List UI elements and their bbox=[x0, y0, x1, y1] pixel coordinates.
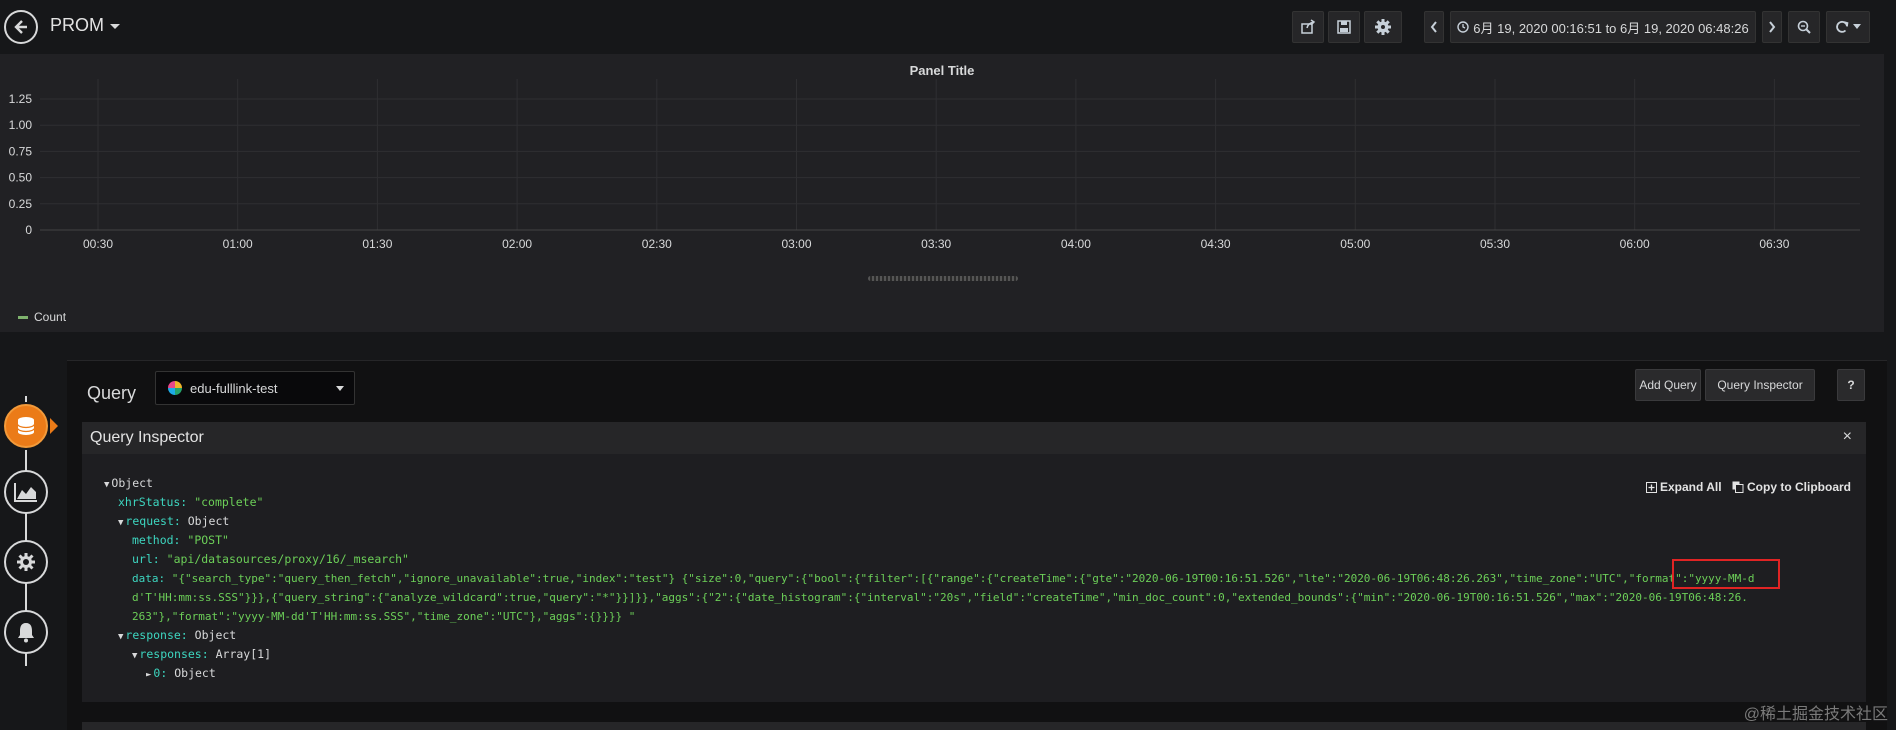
expand-all-button[interactable]: Expand All bbox=[1646, 480, 1722, 494]
x-tick-label: 01:30 bbox=[362, 237, 392, 251]
y-tick-label: 0.50 bbox=[9, 171, 33, 185]
top-navbar: PROM 6月 19, 2020 00:16:51 to 6月 19, 2020… bbox=[0, 0, 1896, 54]
x-tick-label: 06:30 bbox=[1759, 237, 1789, 251]
chevron-down-icon[interactable] bbox=[110, 24, 120, 29]
datasource-name: edu-fulllink-test bbox=[190, 380, 278, 396]
legend-label: Count bbox=[34, 310, 67, 324]
tree-node-url: url: "api/datasources/proxy/16/_msearch" bbox=[132, 552, 409, 566]
x-tick-label: 04:30 bbox=[1201, 237, 1231, 251]
y-tick-label: 0.75 bbox=[9, 144, 33, 158]
legend-item-count[interactable]: Count bbox=[18, 310, 66, 324]
x-tick-label: 02:30 bbox=[642, 237, 672, 251]
triangle-right-icon: ► bbox=[146, 670, 152, 680]
query-inspector-panel: Query Inspector × Expand All Copy to Cli… bbox=[82, 422, 1866, 702]
datasource-picker[interactable]: edu-fulllink-test bbox=[155, 371, 355, 405]
inspector-title: Query Inspector bbox=[90, 429, 204, 446]
legend-swatch bbox=[18, 315, 28, 319]
x-tick-label: 06:00 bbox=[1620, 237, 1650, 251]
bell-icon bbox=[18, 623, 34, 643]
tree-node-data-cont1: d'T'HH:mm:ss.SSS"}}},{"query_string":{"a… bbox=[132, 591, 1748, 604]
save-button[interactable] bbox=[1328, 11, 1360, 43]
wrench-gear-icon bbox=[17, 553, 35, 571]
database-icon bbox=[17, 417, 35, 435]
chevron-down-icon bbox=[1853, 24, 1861, 29]
tree-node-root[interactable]: ▼ Object bbox=[104, 474, 153, 495]
x-tick-label: 05:00 bbox=[1340, 237, 1370, 251]
chevron-left-icon bbox=[1430, 21, 1437, 33]
x-tick-label: 04:00 bbox=[1061, 237, 1091, 251]
help-button[interactable]: ? bbox=[1837, 369, 1865, 401]
tree-node-xhrstatus: xhrStatus: "complete" bbox=[118, 495, 264, 509]
chevron-down-icon bbox=[336, 386, 344, 391]
share-icon bbox=[1301, 19, 1316, 34]
query-inspector-button[interactable]: Query Inspector bbox=[1705, 369, 1815, 401]
x-tick-label: 02:00 bbox=[502, 237, 532, 251]
tab-visualization[interactable] bbox=[4, 470, 48, 514]
time-forward-button[interactable] bbox=[1762, 11, 1782, 43]
triangle-down-icon: ▼ bbox=[132, 651, 138, 661]
line-chart: 0 0.25 0.50 0.75 1.00 1.25 00:30 01:00 01:30 02:0… bbox=[9, 79, 1860, 251]
time-back-button[interactable] bbox=[1424, 11, 1444, 43]
panel-resize-handle[interactable] bbox=[868, 276, 1018, 281]
x-tick-label: 03:30 bbox=[921, 237, 951, 251]
tree-node-item-0[interactable]: ► 0: Object bbox=[146, 664, 216, 685]
close-icon[interactable]: × bbox=[1843, 428, 1852, 446]
x-tick-label: 03:00 bbox=[781, 237, 811, 251]
settings-button[interactable] bbox=[1364, 11, 1402, 43]
time-range-text: 6月 19, 2020 00:16:51 to 6月 19, 2020 06:4… bbox=[1473, 20, 1749, 36]
time-range-picker[interactable]: 6月 19, 2020 00:16:51 to 6月 19, 2020 06:4… bbox=[1450, 11, 1756, 43]
x-tick-label: 01:00 bbox=[223, 237, 253, 251]
tree-node-response[interactable]: ▼ response: Object bbox=[118, 626, 236, 647]
watermark: @稀土掘金技术社区 bbox=[1743, 706, 1888, 723]
expand-all-label: Expand All bbox=[1660, 480, 1722, 494]
refresh-button[interactable] bbox=[1826, 11, 1870, 43]
tab-general[interactable] bbox=[4, 540, 48, 584]
zoom-out-icon bbox=[1797, 20, 1811, 34]
tree-node-request[interactable]: ▼ request: Object bbox=[118, 512, 229, 533]
triangle-down-icon: ▼ bbox=[118, 518, 124, 528]
x-tick-label: 00:30 bbox=[83, 237, 113, 251]
triangle-down-icon: ▼ bbox=[104, 480, 110, 490]
query-section-title: Query bbox=[87, 383, 137, 403]
copy-label: Copy to Clipboard bbox=[1747, 480, 1851, 494]
active-tab-arrow bbox=[50, 418, 58, 434]
next-panel-edge bbox=[82, 722, 1866, 730]
tab-queries[interactable] bbox=[4, 404, 48, 448]
tree-node-data-cont2: 263"},"format":"yyyy-MM-dd'T'HH:mm:ss.SS… bbox=[132, 610, 636, 623]
y-tick-label: 1.00 bbox=[9, 118, 33, 132]
y-tick-label: 0 bbox=[25, 223, 32, 237]
inspector-header: Query Inspector × bbox=[82, 422, 1866, 454]
graph-panel: Panel Title 0 0.25 0.50 0.75 1.00 1.25 00:30 01… bbox=[0, 54, 1884, 332]
dashboard-title[interactable]: PROM bbox=[50, 15, 104, 36]
zoom-out-button[interactable] bbox=[1788, 11, 1820, 43]
share-button[interactable] bbox=[1292, 11, 1324, 43]
highlight-annotation-box bbox=[1672, 559, 1780, 589]
arrow-left-icon bbox=[14, 20, 27, 34]
tree-node-method: method: "POST" bbox=[132, 533, 229, 547]
chevron-right-icon bbox=[1769, 21, 1776, 33]
plus-square-icon bbox=[1646, 481, 1657, 493]
y-tick-label: 1.25 bbox=[9, 92, 33, 106]
tree-node-responses[interactable]: ▼ responses: Array[1] bbox=[132, 645, 271, 666]
copy-icon bbox=[1732, 481, 1744, 493]
y-tick-label: 0.25 bbox=[9, 197, 33, 211]
x-tick-label: 05:30 bbox=[1480, 237, 1510, 251]
elasticsearch-icon bbox=[168, 381, 182, 395]
gear-icon bbox=[1375, 19, 1391, 35]
area-chart-icon bbox=[14, 483, 37, 502]
refresh-icon bbox=[1836, 20, 1849, 33]
copy-to-clipboard-button[interactable]: Copy to Clipboard bbox=[1732, 480, 1851, 494]
add-query-button[interactable]: Add Query bbox=[1635, 369, 1701, 401]
triangle-down-icon: ▼ bbox=[118, 632, 124, 642]
tab-alert[interactable] bbox=[4, 610, 48, 654]
save-icon bbox=[1337, 20, 1351, 34]
tree-node-data: data: "{"search_type":"query_then_fetch"… bbox=[132, 572, 1755, 585]
back-button[interactable] bbox=[4, 10, 38, 44]
clock-icon bbox=[1457, 21, 1469, 33]
